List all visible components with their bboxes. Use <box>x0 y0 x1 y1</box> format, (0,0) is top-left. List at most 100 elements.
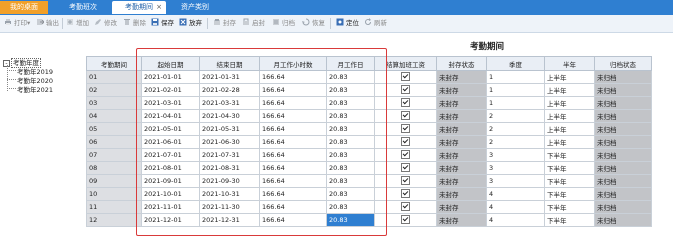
archive-status-cell[interactable]: 未归档 <box>594 174 652 188</box>
start-date-cell[interactable]: 2021-02-01 <box>141 83 200 97</box>
half-year-cell[interactable]: 上半年 <box>544 135 595 149</box>
checkbox-checked[interactable] <box>401 72 410 81</box>
archive-status-cell[interactable]: 未归档 <box>594 161 652 175</box>
checkbox-checked[interactable] <box>401 176 410 185</box>
checkbox-checked[interactable] <box>401 202 410 211</box>
start-date-cell[interactable]: 2021-10-01 <box>141 187 200 201</box>
overtime-checkbox-cell[interactable] <box>374 109 437 123</box>
save-button[interactable]: 保存 <box>151 18 174 29</box>
tree-item-2021[interactable]: 考勤年2021 <box>6 84 53 94</box>
quarter-cell[interactable]: 4 <box>486 187 545 201</box>
print-button[interactable]: 打印▾ <box>4 18 30 29</box>
quarter-cell[interactable]: 4 <box>486 213 545 227</box>
table-row[interactable]: 02 2021-02-01 2021-02-28 166.64 20.83 未封存 1 上半年… <box>86 83 652 97</box>
table-row[interactable]: 04 2021-04-01 2021-04-30 166.64 20.83 未封存 2 上半年… <box>86 109 652 123</box>
hours-cell[interactable]: 166.64 <box>259 96 327 110</box>
half-year-cell[interactable]: 上半年 <box>544 96 595 110</box>
half-year-cell[interactable]: 下半年 <box>544 148 595 162</box>
hours-cell[interactable]: 166.64 <box>259 135 327 149</box>
end-date-cell[interactable]: 2021-10-31 <box>199 187 260 201</box>
period-cell[interactable]: 02 <box>86 83 142 97</box>
hours-cell[interactable]: 166.64 <box>259 200 327 214</box>
unseal-button[interactable]: 启封 <box>242 18 265 29</box>
half-year-cell[interactable]: 上半年 <box>544 83 595 97</box>
table-row[interactable]: 07 2021-07-01 2021-07-31 166.64 20.83 未封存 3 下半年… <box>86 148 652 162</box>
end-date-cell[interactable]: 2021-07-31 <box>199 148 260 162</box>
workdays-cell[interactable]: 20.83 <box>326 200 375 214</box>
period-cell[interactable]: 07 <box>86 148 142 162</box>
tab-desktop[interactable]: 我的桌面 <box>0 1 48 14</box>
quarter-cell[interactable]: 1 <box>486 96 545 110</box>
start-date-cell[interactable]: 2021-04-01 <box>141 109 200 123</box>
table-row[interactable]: 09 2021-09-01 2021-09-30 166.64 20.83 未封存 3 下半年… <box>86 174 652 188</box>
half-year-cell[interactable]: 上半年 <box>544 122 595 136</box>
seal-status-cell[interactable]: 未封存 <box>436 70 487 84</box>
quarter-cell[interactable]: 4 <box>486 200 545 214</box>
start-date-cell[interactable]: 2021-01-01 <box>141 70 200 84</box>
hours-cell[interactable]: 166.64 <box>259 161 327 175</box>
start-date-cell[interactable]: 2021-11-01 <box>141 200 200 214</box>
delete-button[interactable]: 删除 <box>123 18 146 29</box>
period-cell[interactable]: 06 <box>86 135 142 149</box>
overtime-checkbox-cell[interactable] <box>374 96 437 110</box>
quarter-cell[interactable]: 2 <box>486 122 545 136</box>
seal-status-cell[interactable]: 未封存 <box>436 135 487 149</box>
half-year-cell[interactable]: 下半年 <box>544 213 595 227</box>
seal-status-cell[interactable]: 未封存 <box>436 161 487 175</box>
overtime-checkbox-cell[interactable] <box>374 148 437 162</box>
checkbox-checked[interactable] <box>401 124 410 133</box>
start-date-cell[interactable]: 2021-05-01 <box>141 122 200 136</box>
quarter-cell[interactable]: 2 <box>486 109 545 123</box>
col-header-work-days[interactable]: 月工作日 <box>326 56 375 71</box>
overtime-checkbox-cell[interactable] <box>374 174 437 188</box>
end-date-cell[interactable]: 2021-02-28 <box>199 83 260 97</box>
overtime-checkbox-cell[interactable] <box>374 83 437 97</box>
table-row[interactable]: 03 2021-03-01 2021-03-31 166.64 20.83 未封存 1 上半年… <box>86 96 652 110</box>
archive-status-cell[interactable]: 未归档 <box>594 70 652 84</box>
add-button[interactable]: 增加 <box>66 18 89 29</box>
checkbox-checked[interactable] <box>401 150 410 159</box>
export-button[interactable]: 输出 <box>36 18 59 29</box>
workdays-cell[interactable]: 20.83 <box>326 135 375 149</box>
col-header-start-date[interactable]: 起始日期 <box>141 56 200 71</box>
start-date-cell[interactable]: 2021-12-01 <box>141 213 200 227</box>
archive-status-cell[interactable]: 未归档 <box>594 187 652 201</box>
table-row[interactable]: 11 2021-11-01 2021-11-30 166.64 20.83 未封存 4 下半年… <box>86 200 652 214</box>
seal-button[interactable]: 封存 <box>213 18 236 29</box>
col-header-archive-status[interactable]: 归档状态 <box>594 56 652 71</box>
col-header-quarter[interactable]: 季度 <box>486 56 545 71</box>
end-date-cell[interactable]: 2021-03-31 <box>199 96 260 110</box>
start-date-cell[interactable]: 2021-08-01 <box>141 161 200 175</box>
col-header-period[interactable]: 考勤期间 <box>86 56 142 71</box>
half-year-cell[interactable]: 下半年 <box>544 187 595 201</box>
hours-cell[interactable]: 166.64 <box>259 148 327 162</box>
half-year-cell[interactable]: 下半年 <box>544 174 595 188</box>
seal-status-cell[interactable]: 未封存 <box>436 83 487 97</box>
checkbox-checked[interactable] <box>401 137 410 146</box>
period-cell[interactable]: 04 <box>86 109 142 123</box>
table-row[interactable]: 01 2021-01-01 2021-01-31 166.64 20.83 未封存 1 上半年… <box>86 70 652 84</box>
half-year-cell[interactable]: 下半年 <box>544 200 595 214</box>
col-header-half-year[interactable]: 半年 <box>544 56 595 71</box>
workdays-cell[interactable]: 20.83 <box>326 187 375 201</box>
refresh-button[interactable]: 刷新 <box>364 18 387 29</box>
end-date-cell[interactable]: 2021-01-31 <box>199 70 260 84</box>
locate-button[interactable]: 定位 <box>336 18 359 29</box>
seal-status-cell[interactable]: 未封存 <box>436 109 487 123</box>
tab-attendance-shift[interactable]: 考勤班次 <box>58 1 108 14</box>
overtime-checkbox-cell[interactable] <box>374 200 437 214</box>
start-date-cell[interactable]: 2021-06-01 <box>141 135 200 149</box>
archive-status-cell[interactable]: 未归档 <box>594 96 652 110</box>
half-year-cell[interactable]: 上半年 <box>544 109 595 123</box>
seal-status-cell[interactable]: 未封存 <box>436 174 487 188</box>
table-row[interactable]: 05 2021-05-01 2021-05-31 166.64 20.83 未封存 2 上半年… <box>86 122 652 136</box>
quarter-cell[interactable]: 3 <box>486 148 545 162</box>
end-date-cell[interactable]: 2021-04-30 <box>199 109 260 123</box>
seal-status-cell[interactable]: 未封存 <box>436 200 487 214</box>
end-date-cell[interactable]: 2021-05-31 <box>199 122 260 136</box>
half-year-cell[interactable]: 下半年 <box>544 161 595 175</box>
seal-status-cell[interactable]: 未封存 <box>436 148 487 162</box>
period-cell[interactable]: 01 <box>86 70 142 84</box>
period-cell[interactable]: 09 <box>86 174 142 188</box>
archive-status-cell[interactable]: 未归档 <box>594 83 652 97</box>
